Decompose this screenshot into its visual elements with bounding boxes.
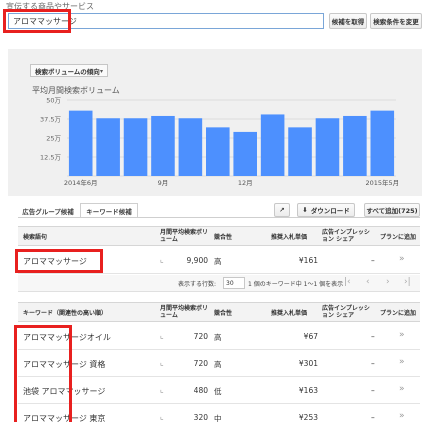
tab-ad-group-ideas[interactable]: 広告グループ候補 <box>18 203 78 218</box>
range-text: 1 個のキーワード中 1～1 個を表示 <box>248 281 344 288</box>
trend-icon[interactable]: ⌞ <box>160 358 164 367</box>
col-keyword-relevance[interactable]: キーワード（関連性の高い順） <box>23 310 107 317</box>
col-search-term[interactable]: 検索語句 <box>23 234 47 241</box>
chart-title: 平均月間検索ボリューム <box>32 86 120 95</box>
table2-row: アロママッサージ 資格 ⌞ 720 高 ¥301 – » <box>18 350 420 377</box>
volume-cell: 320 <box>193 413 208 422</box>
col-add-to-plan: プランに追加 <box>380 310 417 317</box>
share-cell: – <box>371 386 375 395</box>
download-button[interactable]: ⬇ ダウンロード <box>297 203 355 217</box>
col-avg-monthly-searches[interactable]: 月間平均検索ボリューム <box>160 305 212 319</box>
tabs-divider <box>18 217 420 218</box>
metric-dropdown[interactable]: 検索ボリュームの傾向 ▾ <box>30 64 108 77</box>
prev-page-icon[interactable]: ‹ <box>366 277 370 287</box>
add-to-plan-icon[interactable]: » <box>399 357 405 367</box>
col-impression-share[interactable]: 広告インプレッション シェア <box>322 305 374 319</box>
share-cell: – <box>371 332 375 341</box>
modify-search-button[interactable]: 検索条件を変更 <box>370 13 422 29</box>
bid-cell: ¥253 <box>298 413 318 422</box>
competition-cell: 高 <box>214 360 222 369</box>
add-to-plan-icon[interactable]: » <box>399 254 405 264</box>
rows-per-page-select[interactable]: 30 <box>223 277 245 289</box>
trend-icon[interactable]: ⌞ <box>160 412 164 421</box>
table2-row: アロママッサージ 東京 ⌞ 320 中 ¥253 – » <box>18 404 420 422</box>
search-highlight-box <box>3 9 71 33</box>
keyword-highlight-box-2 <box>14 325 72 422</box>
keyword-highlight-box-1 <box>15 249 103 273</box>
first-page-icon[interactable]: |‹ <box>344 277 351 287</box>
add-to-plan-icon[interactable]: » <box>399 330 405 340</box>
bid-cell: ¥163 <box>298 386 318 395</box>
metric-dropdown-label: 検索ボリュームの傾向 <box>35 67 100 76</box>
competition-cell: 高 <box>214 257 222 266</box>
trend-icon[interactable]: ⌞ <box>160 385 164 394</box>
add-to-plan-icon[interactable]: » <box>399 384 405 394</box>
col-competition[interactable]: 競合性 <box>214 310 232 317</box>
competition-cell: 中 <box>214 414 222 422</box>
share-cell: – <box>371 256 375 265</box>
bid-cell: ¥67 <box>303 332 318 341</box>
trend-icon[interactable]: ⌞ <box>160 331 164 340</box>
get-ideas-button[interactable]: 候補を取得 <box>329 13 367 29</box>
rows-per-page-value: 30 <box>226 279 234 287</box>
share-cell: – <box>371 413 375 422</box>
volume-cell: 720 <box>193 359 208 368</box>
download-label: ダウンロード <box>310 207 350 215</box>
bid-cell: ¥161 <box>298 256 318 265</box>
bid-cell: ¥301 <box>298 359 318 368</box>
share-cell: – <box>371 359 375 368</box>
col-suggested-bid[interactable]: 推奨入札単価 <box>271 310 307 317</box>
table2-row: 池袋 アロママッサージ ⌞ 480 低 ¥163 – » <box>18 377 420 404</box>
volume-cell: 9,900 <box>186 256 208 265</box>
table1-header: 検索語句 月間平均検索ボリューム 競合性 推奨入札単価 広告インプレッション シ… <box>18 226 420 246</box>
table2-header: キーワード（関連性の高い順） 月間平均検索ボリューム 競合性 推奨入札単価 広告… <box>18 302 420 322</box>
table2-row: アロママッサージオイル ⌞ 720 高 ¥67 – » <box>18 323 420 350</box>
col-suggested-bid[interactable]: 推奨入札単価 <box>271 234 307 241</box>
tab-keyword-ideas[interactable]: キーワード候補 <box>80 203 138 218</box>
chart-toggle-button[interactable]: ↗ <box>274 203 290 217</box>
last-page-icon[interactable]: ›| <box>404 277 411 287</box>
competition-cell: 低 <box>214 387 222 396</box>
rows-per-page-label: 表示する行数: <box>178 281 217 288</box>
volume-cell: 720 <box>193 332 208 341</box>
col-avg-monthly-searches[interactable]: 月間平均検索ボリューム <box>160 229 212 243</box>
chart-icon: ↗ <box>279 206 285 214</box>
col-competition[interactable]: 競合性 <box>214 234 232 241</box>
competition-cell: 高 <box>214 333 222 342</box>
col-add-to-plan: プランに追加 <box>380 234 417 241</box>
add-all-button[interactable]: すべて追加(725) <box>364 203 420 217</box>
next-page-icon[interactable]: › <box>386 277 390 287</box>
download-icon: ⬇ <box>302 206 308 214</box>
add-to-plan-icon[interactable]: » <box>399 411 405 421</box>
pagination-bar: 表示する行数: 30 1 個のキーワード中 1～1 個を表示 |‹ ‹ › ›| <box>18 275 420 292</box>
chevron-down-icon: ▾ <box>99 68 103 75</box>
col-impression-share[interactable]: 広告インプレッション シェア <box>322 229 374 243</box>
volume-cell: 480 <box>193 386 208 395</box>
trend-icon[interactable]: ⌞ <box>160 255 164 264</box>
